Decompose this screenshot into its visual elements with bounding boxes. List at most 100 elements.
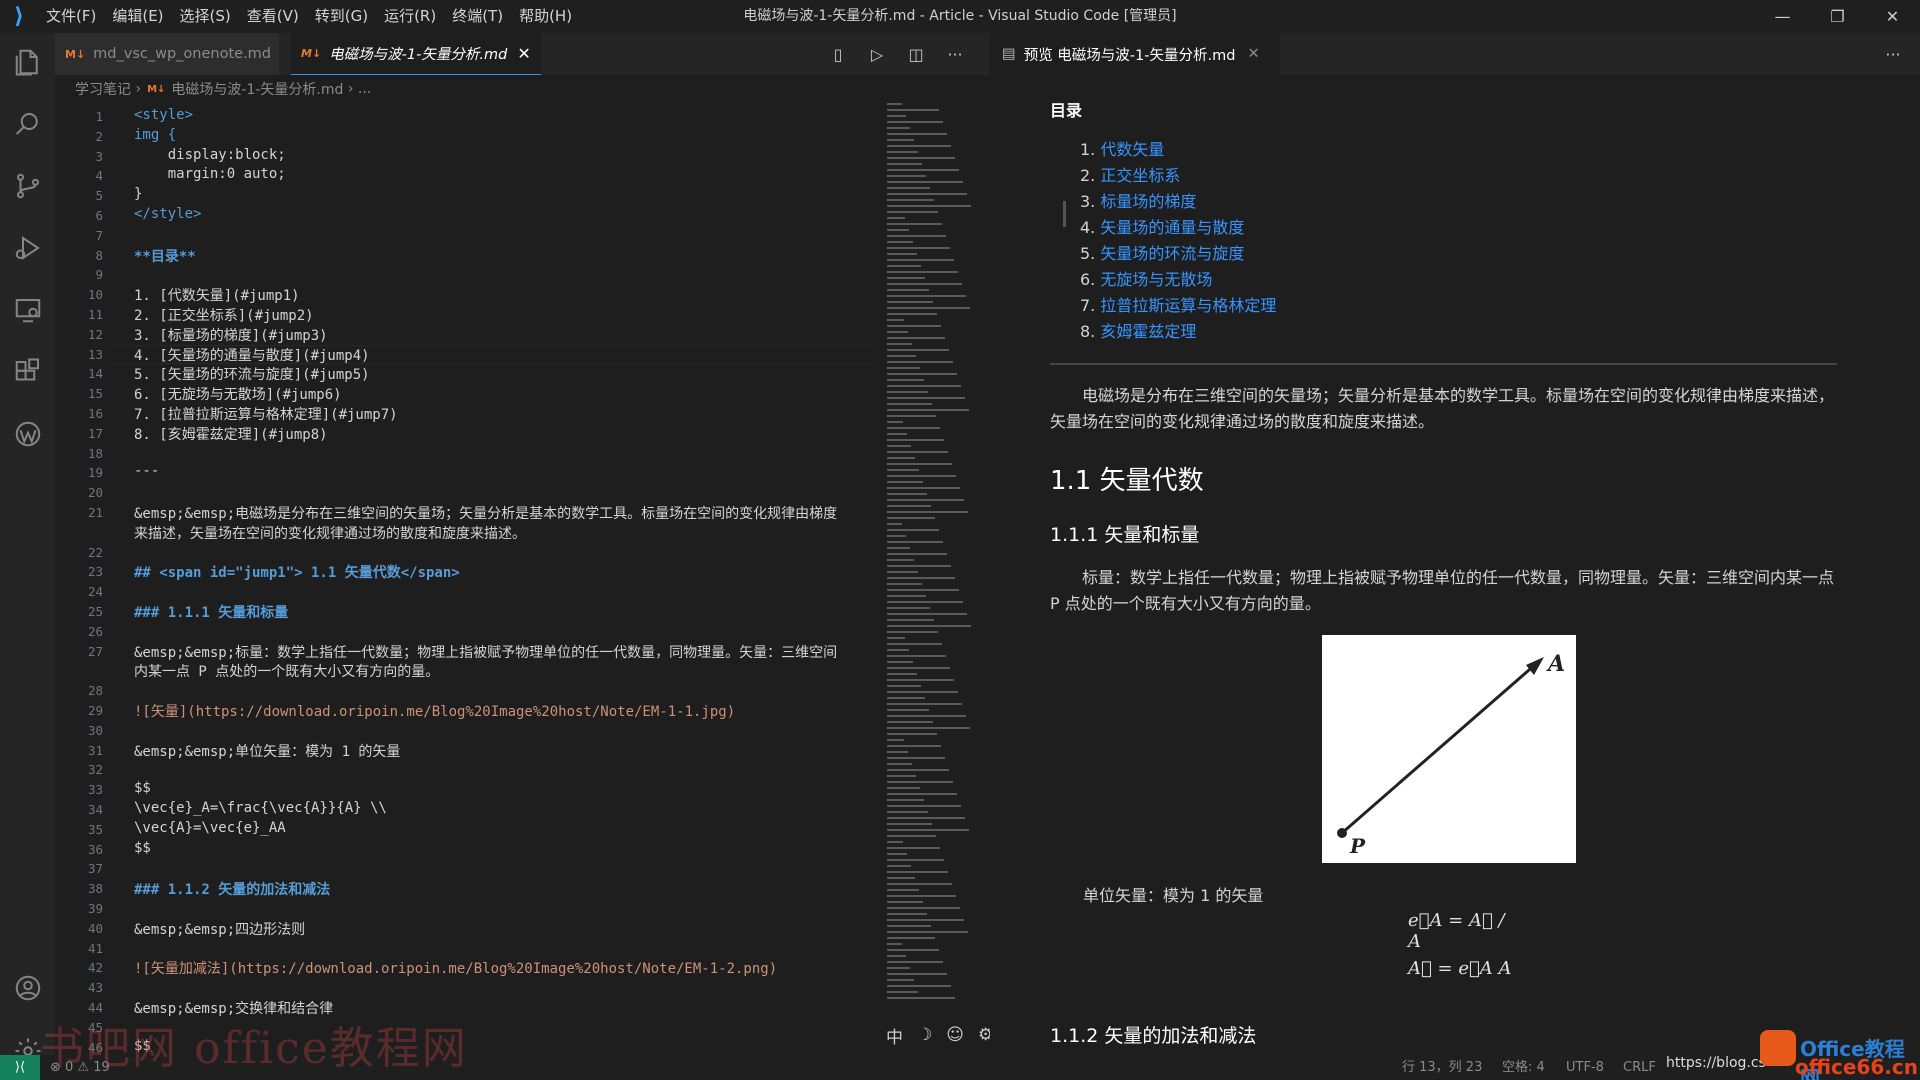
toc-link[interactable]: 矢量场的通量与散度 (1100, 218, 1244, 237)
markdown-file-icon: M↓ (301, 47, 322, 60)
minimize-icon[interactable]: — (1755, 0, 1810, 33)
remote-indicator-icon[interactable]: ⟩⟨ (0, 1055, 40, 1080)
toc-link[interactable]: 标量场的梯度 (1100, 192, 1196, 211)
remote-explorer-icon[interactable] (0, 285, 55, 335)
formula-line-2: A⃗ = e⃗A A (1408, 958, 1512, 979)
extensions-icon[interactable] (0, 347, 55, 397)
markdown-file-icon: M↓ (147, 83, 166, 95)
line-number: 15 (87, 386, 103, 402)
restore-icon[interactable]: ❐ (1810, 0, 1865, 33)
close-window-icon[interactable]: ✕ (1865, 0, 1920, 33)
code-line: 1. [代数矢量](#jump1) (134, 288, 300, 305)
tab-active-file[interactable]: M↓ 电磁场与波-1-矢量分析.md ✕ (291, 33, 541, 75)
tab-preview[interactable]: ▤ 预览 电磁场与波-1-矢量分析.md ✕ (990, 33, 1280, 75)
minimap-line (887, 643, 942, 645)
toc-item: 1. 代数矢量 (1080, 140, 1165, 159)
minimap[interactable] (883, 103, 988, 1003)
formula-line-1: e⃗A = A⃗ / A (1408, 910, 1505, 952)
minimap-line (887, 901, 923, 903)
toc-link[interactable]: 矢量场的环流与旋度 (1100, 244, 1244, 263)
minimap-line (887, 301, 933, 303)
menu-item[interactable]: 终端(T) (444, 0, 511, 33)
minimap-line (887, 847, 940, 849)
run-debug-icon[interactable] (0, 223, 55, 273)
more-actions-icon[interactable]: ··· (1880, 41, 1906, 67)
code-editor[interactable]: 1 <style> 2 img {3 display:block; 4 margin:0… (55, 103, 873, 1055)
subsection-heading: 1.1.1 矢量和标量 (1050, 524, 1200, 546)
wordpress-icon[interactable] (0, 409, 55, 459)
subsection-heading: 1.1.2 矢量的加法和减法 (1050, 1025, 1257, 1047)
moon-icon[interactable]: ☽ (917, 1025, 932, 1045)
image-label-a: A (1546, 651, 1565, 677)
minimap-line (887, 451, 948, 453)
minimap-line (887, 103, 902, 105)
tab-md-vsc-wp-onenote[interactable]: M↓ md_vsc_wp_onenote.md (55, 33, 279, 75)
minimap-line (887, 841, 903, 843)
menu-item[interactable]: 运行(R) (376, 0, 444, 33)
minimap-line (887, 139, 914, 141)
line-number: 8 (95, 247, 103, 263)
more-actions-icon[interactable]: ··· (942, 41, 968, 67)
minimap-line (887, 607, 930, 609)
close-tab-icon[interactable]: ✕ (517, 44, 530, 63)
indent-spaces[interactable]: 空格: 4 (1502, 1055, 1545, 1080)
line-number: 22 (87, 544, 103, 560)
open-preview-icon[interactable]: ▯ (825, 41, 851, 67)
menu-item[interactable]: 编辑(E) (104, 0, 171, 33)
minimap-line (887, 181, 963, 183)
minimap-line (887, 469, 919, 471)
toc-link[interactable]: 代数矢量 (1100, 140, 1164, 159)
menu-item[interactable]: 选择(S) (172, 0, 239, 33)
breadcrumb-file[interactable]: 电磁场与波-1-矢量分析.md (171, 79, 343, 99)
breadcrumb-more[interactable]: ... (358, 81, 371, 97)
code-line: margin:0 auto; (134, 166, 286, 183)
toc-link[interactable]: 拉普拉斯运算与格林定理 (1100, 296, 1276, 315)
minimap-line (887, 601, 963, 603)
explorer-icon[interactable] (0, 37, 55, 87)
search-icon[interactable] (0, 99, 55, 149)
minimap-line (887, 379, 924, 381)
preview-icon: ▤ (1002, 46, 1016, 62)
toc-link[interactable]: 正交坐标系 (1100, 166, 1180, 185)
close-tab-icon[interactable]: ✕ (1247, 46, 1259, 62)
toc-link[interactable]: 无旋场与无散场 (1100, 270, 1212, 289)
line-number: 43 (87, 980, 103, 996)
minimap-line (887, 373, 957, 375)
minimap-line (887, 541, 943, 543)
minimap-line (887, 457, 915, 459)
menu-item[interactable]: 查看(V) (239, 0, 307, 33)
code-line: --- (134, 463, 160, 480)
smiley-icon[interactable]: ☺ (946, 1025, 964, 1045)
editor-tab-bar: M↓ md_vsc_wp_onenote.md M↓ 电磁场与波-1-矢量分析.… (55, 33, 990, 75)
run-icon[interactable]: ▷ (864, 41, 890, 67)
watermark-url: https://blog.cs (1666, 1055, 1766, 1071)
source-control-icon[interactable] (0, 161, 55, 211)
input-method-icon[interactable]: 中 (886, 1023, 903, 1048)
menu-item[interactable]: 转到(G) (307, 0, 376, 33)
menu-item[interactable]: 文件(F) (38, 0, 104, 33)
minimap-line (887, 877, 915, 879)
menu-item[interactable]: 帮助(H) (511, 0, 580, 33)
minimap-line (887, 733, 937, 735)
minimap-line (887, 637, 905, 639)
minimap-line (887, 175, 926, 177)
minimap-line (887, 739, 904, 741)
encoding[interactable]: UTF-8 (1566, 1055, 1604, 1080)
line-ending[interactable]: CRLF (1623, 1055, 1656, 1080)
minimap-line (887, 589, 959, 591)
minimap-line (887, 673, 917, 675)
code-line: <style> (134, 107, 194, 123)
minimap-line (887, 721, 933, 723)
line-number: 10 (87, 287, 103, 303)
toc-link[interactable]: 亥姆霍兹定理 (1100, 322, 1196, 341)
line-number: 41 (87, 940, 103, 956)
minimap-line (887, 277, 925, 279)
minimap-line (887, 577, 955, 579)
split-editor-icon[interactable]: ◫ (903, 41, 929, 67)
line-number: 28 (87, 683, 103, 699)
breadcrumb-folder[interactable]: 学习笔记 (75, 79, 131, 99)
minimap-line (887, 583, 922, 585)
toc-item: 3. 标量场的梯度 (1080, 192, 1197, 211)
account-icon[interactable] (0, 963, 55, 1013)
cursor-position[interactable]: 行 13，列 23 (1402, 1055, 1482, 1080)
